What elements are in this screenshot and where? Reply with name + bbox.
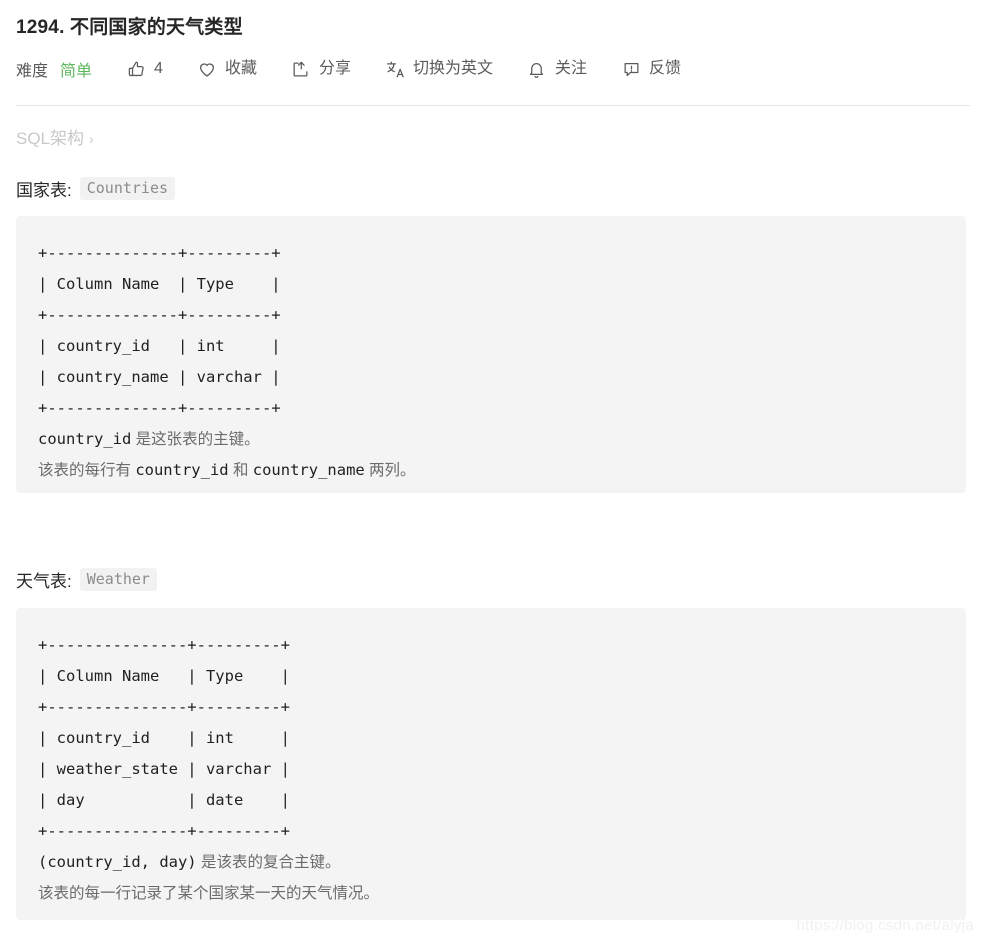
countries-note-1-code: country_id <box>38 430 132 448</box>
difficulty-indicator: 难度 简单 <box>16 55 92 83</box>
breadcrumb-label[interactable]: SQL架构 <box>16 129 84 148</box>
countries-note-2-text-c: 两列。 <box>364 462 416 479</box>
feedback-button[interactable]: 反馈 <box>621 55 681 83</box>
weather-note-1-text: 是该表的复合主键。 <box>196 854 341 871</box>
weather-note-2-text: 该表的每一行记录了某个国家某一天的天气情况。 <box>38 885 380 902</box>
follow-button[interactable]: 关注 <box>527 55 587 83</box>
problem-toolbar: 难度 简单 4 收藏 分享 切换为英文 关注 反馈 <box>16 55 681 83</box>
weather-note-1: (country_id, day) 是该表的复合主键。 <box>38 847 944 878</box>
like-count: 4 <box>154 60 163 77</box>
weather-table-heading: 天气表: Weather <box>16 567 157 592</box>
chevron-right-icon: › <box>89 131 94 147</box>
countries-note-2-text-b: 和 <box>228 462 253 479</box>
countries-heading-text: 国家表: <box>16 181 72 200</box>
translate-icon <box>385 59 405 79</box>
share-label: 分享 <box>318 60 351 77</box>
bell-icon <box>527 59 547 79</box>
weather-heading-text: 天气表: <box>16 572 72 591</box>
share-button[interactable]: 分享 <box>291 55 351 83</box>
weather-table-name: Weather <box>79 567 157 592</box>
favorite-button[interactable]: 收藏 <box>197 55 257 83</box>
countries-schema-ascii-table: +--------------+---------+ | Column Name… <box>38 244 281 417</box>
countries-table-name: Countries <box>79 176 176 201</box>
feedback-label: 反馈 <box>649 60 682 77</box>
difficulty-label: 难度 <box>16 63 49 80</box>
like-button[interactable]: 4 <box>126 55 163 83</box>
weather-schema-ascii-table: +---------------+---------+ | Column Nam… <box>38 636 290 840</box>
heart-icon <box>197 59 217 79</box>
translate-label: 切换为英文 <box>412 60 493 77</box>
countries-note-2: 该表的每行有 country_id 和 country_name 两列。 <box>38 455 944 486</box>
countries-table-heading: 国家表: Countries <box>16 176 176 201</box>
follow-label: 关注 <box>554 60 587 77</box>
header-divider <box>16 105 970 106</box>
countries-note-2-code-b: country_name <box>252 461 365 479</box>
difficulty-value: 简单 <box>60 63 93 80</box>
feedback-icon <box>621 59 641 79</box>
favorite-label: 收藏 <box>224 60 257 77</box>
countries-schema-block: +--------------+---------+ | Column Name… <box>16 216 966 493</box>
weather-schema-block: +---------------+---------+ | Column Nam… <box>16 608 966 920</box>
countries-note-2-text-a: 该表的每行有 <box>38 462 136 479</box>
page-title: 1294. 不同国家的天气类型 <box>16 17 243 38</box>
translate-button[interactable]: 切换为英文 <box>385 55 493 83</box>
countries-note-1-text: 是这张表的主键。 <box>131 431 260 448</box>
weather-note-1-code: (country_id, day) <box>38 853 197 871</box>
problem-page: 1294. 不同国家的天气类型 难度 简单 4 收藏 分享 切换为英文 关注 反… <box>0 0 982 942</box>
countries-note-1: country_id 是这张表的主键。 <box>38 424 944 455</box>
countries-note-2-code-a: country_id <box>135 461 229 479</box>
breadcrumb[interactable]: SQL架构 › <box>16 124 94 149</box>
share-icon <box>291 59 311 79</box>
thumbs-up-icon <box>126 59 146 79</box>
weather-note-2: 该表的每一行记录了某个国家某一天的天气情况。 <box>38 878 944 909</box>
